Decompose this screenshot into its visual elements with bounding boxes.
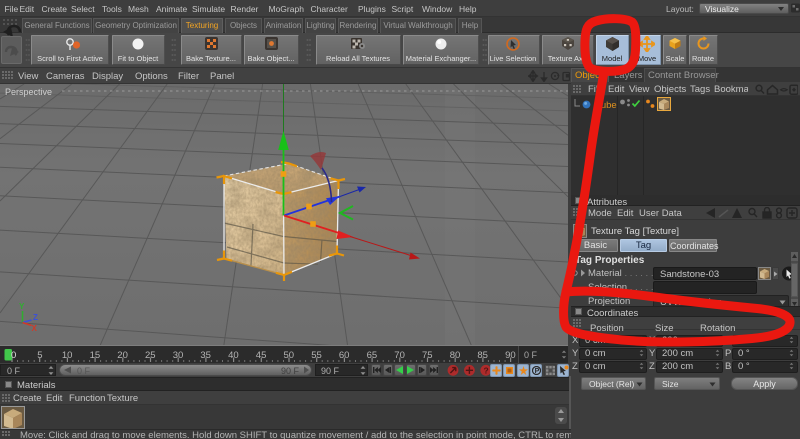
svg-text:X: X: [32, 324, 38, 333]
svg-text:Y: Y: [19, 302, 25, 311]
svg-text:?: ?: [484, 366, 489, 376]
svg-text:P: P: [535, 368, 540, 375]
svg-text:Z: Z: [33, 313, 38, 322]
